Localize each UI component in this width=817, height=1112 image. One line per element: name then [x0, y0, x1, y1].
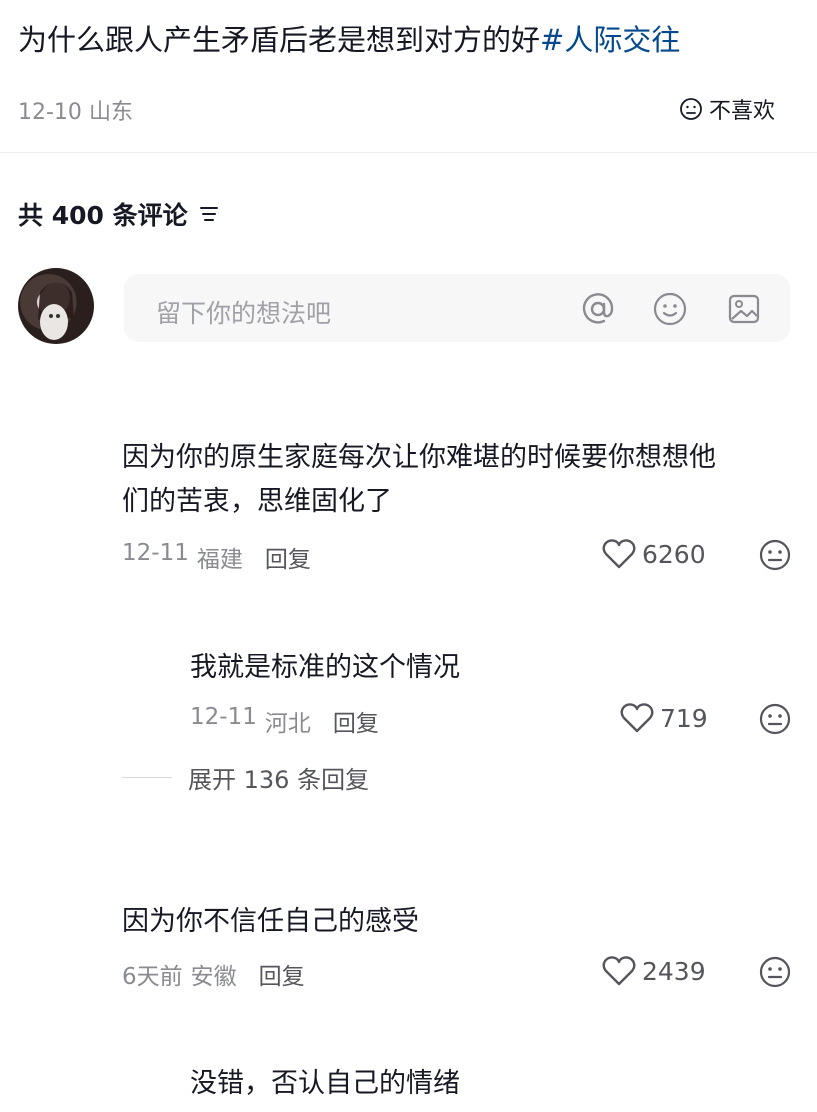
comment-input-placeholder: 留下你的想法吧 [156, 299, 332, 328]
hashtag-link[interactable]: #人际交往 [540, 23, 680, 57]
reply-date: 12-11 [190, 704, 257, 730]
avatar[interactable] [18, 268, 94, 344]
divider [0, 152, 817, 153]
comment-text-line: 们的苦衷，思维固化了 [122, 486, 392, 517]
comment-meta: 12-11 福建 回复 [122, 540, 311, 574]
heart-icon [602, 956, 636, 986]
expand-line [122, 777, 172, 778]
reply-text: 我就是标准的这个情况 [190, 652, 460, 683]
avatar-image [38, 282, 74, 340]
expand-replies-label: 展开 136 条回复 [188, 766, 370, 794]
like-count: 2439 [642, 956, 706, 986]
reply-button[interactable]: 回复 [333, 704, 379, 738]
sort-icon[interactable] [198, 204, 220, 224]
dislike-face-icon[interactable] [758, 955, 792, 989]
comment-location: 福建 [196, 547, 243, 573]
post-location: 山东 [88, 100, 133, 125]
comments-count: 共 400 条评论 [18, 196, 220, 232]
comment-text: 因为你不信任自己的感受 [122, 906, 419, 937]
like-count: 719 [660, 703, 708, 733]
like-button[interactable]: 2439 [602, 955, 706, 987]
like-count: 6260 [642, 539, 706, 569]
comment-date: 12-11 [122, 540, 189, 566]
emoji-icon[interactable] [650, 289, 690, 329]
post-date: 12-10 [18, 100, 82, 125]
dislike-button[interactable]: 不喜欢 [679, 93, 775, 125]
post-meta: 12-10 山东 [18, 94, 133, 126]
dislike-face-icon[interactable] [758, 702, 792, 736]
mention-icon[interactable] [578, 289, 618, 329]
reply-meta: 12-11 河北 回复 [190, 704, 379, 738]
heart-icon [602, 539, 636, 569]
expand-replies-button[interactable]: 展开 136 条回复 [122, 760, 369, 795]
reply-button[interactable]: 回复 [259, 957, 305, 991]
comment-date: 6天前 [122, 964, 183, 990]
comments-count-label: 共 400 条评论 [18, 201, 188, 230]
comment-meta: 6天前 安徽 回复 [122, 957, 305, 991]
reply-location: 河北 [264, 711, 311, 737]
reply-text: 没错，否认自己的情绪 [190, 1068, 460, 1099]
post-title-text: 为什么跟人产生矛盾后老是想到对方的好 [18, 23, 541, 57]
heart-icon [620, 703, 654, 733]
like-button[interactable]: 719 [620, 702, 708, 734]
dislike-label: 不喜欢 [708, 99, 775, 124]
sad-face-icon [680, 98, 702, 120]
image-icon[interactable] [724, 289, 764, 329]
dislike-face-icon[interactable] [758, 538, 792, 572]
comment-text: 因为你的原生家庭每次让你难堪的时候要你想想他 们的苦衷，思维固化了 [122, 436, 716, 524]
comment-location: 安徽 [190, 964, 237, 990]
like-button[interactable]: 6260 [602, 538, 706, 570]
reply-button[interactable]: 回复 [265, 540, 311, 574]
post-title: 为什么跟人产生矛盾后老是想到对方的好#人际交往 [18, 20, 808, 60]
comment-input[interactable]: 留下你的想法吧 [124, 274, 790, 342]
comment-text-line: 因为你的原生家庭每次让你难堪的时候要你想想他 [122, 442, 716, 473]
